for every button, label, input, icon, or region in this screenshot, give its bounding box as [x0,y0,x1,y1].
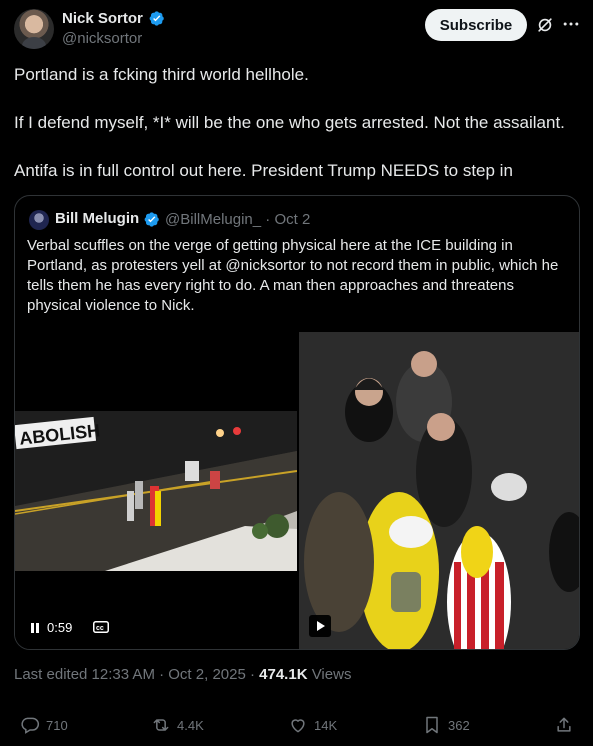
street-scene: ABOLISH [15,411,297,571]
post-paragraph: Antifa is in full control out here. Pres… [14,161,513,180]
bookmark-icon [426,716,438,734]
play-icon[interactable] [309,615,331,637]
like-count: 14K [314,717,338,733]
video-left[interactable]: ABOLISH 0:59 cc [15,332,297,649]
bookmark-count: 362 [448,717,470,733]
grok-icon[interactable] [535,15,555,35]
post-header: Nick Sortor @nicksortor Subscribe [0,0,593,60]
pause-icon[interactable] [29,622,41,634]
quote-handle-text: @BillMelugin_ [165,211,262,228]
action-bar: 710 4.4K 14K 362 [0,712,593,742]
share-icon [557,717,571,732]
reply-count: 710 [46,717,68,733]
quote-author-name[interactable]: Bill Melugin [55,210,139,227]
views-label: Views [307,666,352,683]
author-handle[interactable]: @nicksortor [62,30,142,47]
reply-button[interactable]: 710 [20,715,68,735]
post-paragraph: Portland is a fcking third world hellhol… [14,65,309,84]
reply-icon [21,717,40,734]
post-meta: Last edited 12:33 AM · Oct 2, 2025 · 474… [14,666,351,683]
quote-date: · Oct 2 [265,211,311,228]
video-time: 0:59 [47,620,73,635]
post-paragraph: If I defend myself, *I* will be the one … [14,113,565,132]
author-name[interactable]: Nick Sortor [62,10,143,27]
crowd-scene [299,332,579,649]
quote-text: Verbal scuffles on the verge of getting … [27,237,559,314]
verified-badge-icon [144,212,159,227]
like-icon [291,719,305,733]
video-controls: 0:59 [29,620,72,635]
like-button[interactable]: 14K [288,715,337,735]
quote-author-handle[interactable]: @BillMelugin_ · Oct 2 [165,211,310,228]
quote-author-avatar[interactable] [29,210,49,230]
video-frame-street: ABOLISH [15,411,297,571]
verified-badge-icon [149,11,164,26]
bookmark-button[interactable]: 362 [422,715,470,735]
author-avatar[interactable] [14,9,54,49]
more-icon[interactable] [561,14,581,34]
edited-timestamp[interactable]: Last edited 12:33 AM · Oct 2, 2025 · [14,666,259,683]
cc-icon[interactable]: cc [93,621,109,633]
post-text: Portland is a fcking third world hellhol… [14,63,584,183]
quoted-post[interactable]: Bill Melugin @BillMelugin_ · Oct 2 Verba… [14,195,580,650]
repost-icon [153,719,169,731]
svg-text:cc: cc [96,625,104,632]
share-button[interactable] [554,715,574,735]
views-count: 474.1K [259,666,308,683]
repost-button[interactable]: 4.4K [151,715,204,735]
video-right[interactable] [299,332,579,649]
repost-count: 4.4K [177,717,204,733]
subscribe-button[interactable]: Subscribe [425,9,527,41]
